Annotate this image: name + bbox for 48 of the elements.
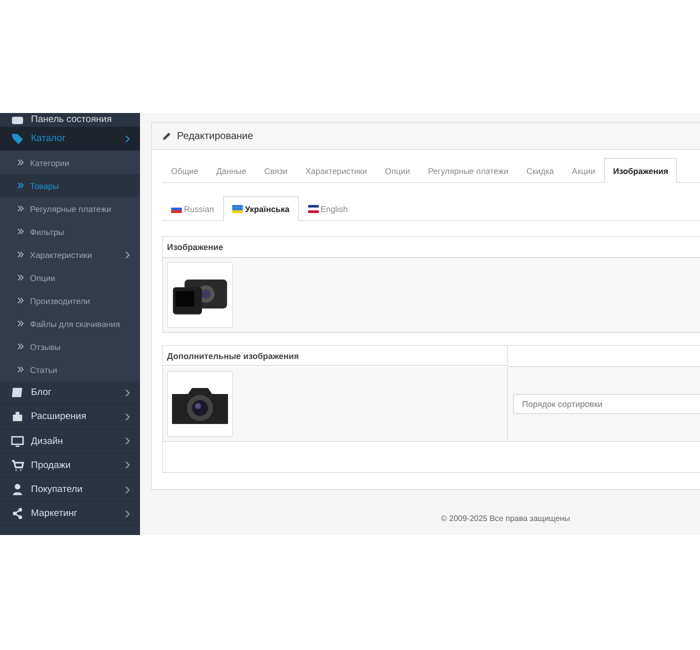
monitor-icon bbox=[11, 434, 24, 448]
tab[interactable]: Опции bbox=[376, 158, 420, 182]
panel-title: Редактирование bbox=[177, 130, 254, 142]
double-chevron-icon bbox=[17, 274, 24, 282]
sidebar-subitem[interactable]: Статьи bbox=[0, 358, 140, 382]
double-chevron-icon bbox=[17, 320, 24, 328]
sidebar-subitem[interactable]: Файлы для скачивания bbox=[0, 312, 140, 336]
sidebar-subitem[interactable]: Характеристики bbox=[0, 243, 140, 266]
sidebar-subitem[interactable]: Фильтры bbox=[0, 220, 140, 244]
double-chevron-icon bbox=[17, 228, 24, 236]
tab[interactable]: Связи bbox=[255, 158, 297, 182]
copyright-text: © 2009-2025 Все права защищены bbox=[441, 514, 571, 523]
sidebar-subitem[interactable]: Производители bbox=[0, 289, 140, 312]
tab[interactable]: Характеристики bbox=[296, 158, 376, 182]
image-thumbnail[interactable] bbox=[167, 262, 233, 328]
double-chevron-icon bbox=[17, 159, 24, 166]
tab[interactable]: Данные bbox=[207, 158, 256, 182]
flag-icon bbox=[232, 205, 243, 213]
tab[interactable]: Регулярные платежи bbox=[419, 158, 518, 182]
cart-icon bbox=[11, 458, 24, 472]
person-icon bbox=[11, 483, 24, 496]
double-chevron-icon bbox=[17, 205, 24, 212]
sidebar-item[interactable]: Каталог bbox=[0, 127, 140, 152]
tab[interactable]: Акции bbox=[562, 158, 604, 182]
image-thumbnail[interactable] bbox=[167, 371, 233, 437]
tab[interactable]: Изображения bbox=[604, 158, 678, 183]
flag-icon bbox=[171, 204, 182, 212]
flag-icon bbox=[308, 204, 318, 212]
double-chevron-icon bbox=[17, 297, 24, 304]
table-header: Дополнительные изображения bbox=[163, 346, 508, 366]
sidebar-item[interactable]: Блог bbox=[0, 381, 140, 406]
tab[interactable]: Общие bbox=[162, 158, 208, 182]
language-tab[interactable]: Russian bbox=[162, 196, 223, 220]
double-chevron-icon bbox=[17, 343, 24, 350]
language-tab[interactable]: English bbox=[298, 196, 357, 220]
tag-icon bbox=[11, 132, 24, 146]
language-tab[interactable]: Українська bbox=[222, 196, 298, 221]
sidebar-subitem[interactable]: Категории bbox=[0, 151, 140, 174]
share-icon bbox=[11, 507, 24, 520]
sidebar-subitem[interactable]: Отзывы bbox=[0, 335, 140, 358]
sidebar-subitem[interactable]: Опции bbox=[0, 266, 140, 290]
double-chevron-icon bbox=[17, 182, 24, 190]
sidebar-subitem[interactable]: Регулярные платежи bbox=[0, 197, 140, 220]
sort-order-field[interactable]: Порядок сортировки bbox=[513, 394, 700, 414]
tab[interactable]: Скидка bbox=[517, 158, 563, 182]
double-chevron-icon bbox=[17, 251, 24, 258]
pencil-icon bbox=[162, 131, 172, 141]
double-chevron-icon bbox=[17, 366, 24, 374]
